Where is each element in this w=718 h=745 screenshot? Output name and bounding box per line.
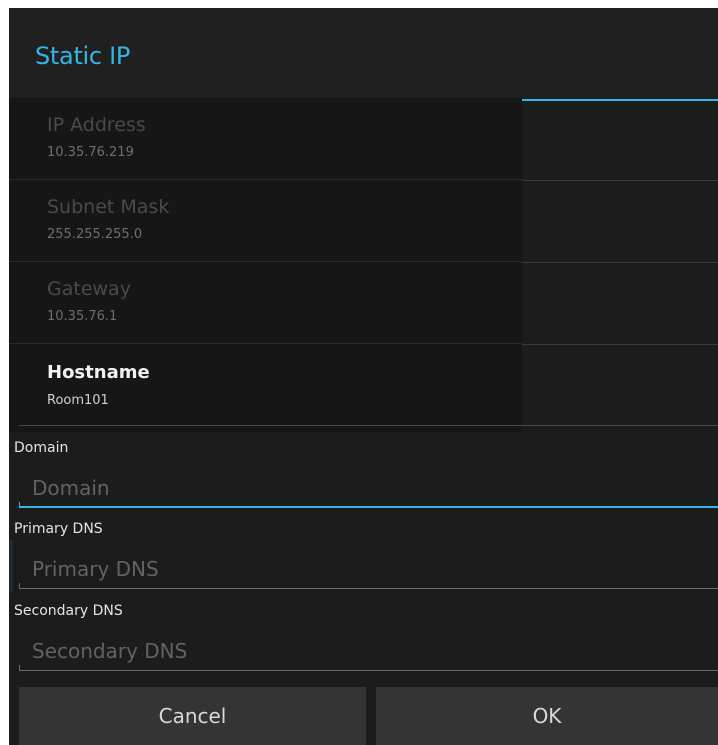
pref-title: IP Address — [47, 114, 146, 136]
pref-summary: 10.35.76.1 — [47, 309, 118, 324]
cancel-button[interactable]: Cancel — [19, 687, 366, 745]
pref-summary: 10.35.76.219 — [47, 145, 134, 160]
pref-title: Hostname — [47, 362, 150, 383]
primary-dns-input-underline — [19, 583, 718, 589]
pref-title: Gateway — [47, 278, 131, 300]
pref-item-gateway[interactable]: Gateway 10.35.76.1 — [9, 262, 522, 344]
divider — [19, 425, 718, 426]
secondary-dns-label: Secondary DNS — [14, 603, 123, 619]
domain-label: Domain — [14, 440, 69, 456]
pref-item-subnet-mask[interactable]: Subnet Mask 255.255.255.0 — [9, 180, 522, 262]
domain-input-underline — [19, 502, 718, 508]
divider — [522, 180, 718, 181]
primary-dns-input[interactable] — [19, 551, 718, 587]
edge-artifact — [9, 540, 13, 592]
primary-dns-label: Primary DNS — [14, 521, 103, 537]
pref-item-hostname[interactable]: Hostname Room101 — [9, 344, 522, 426]
domain-input[interactable] — [19, 470, 718, 506]
pref-title: Subnet Mask — [47, 196, 170, 218]
title-accent-line — [522, 99, 718, 101]
static-ip-dialog: Static IP IP Address 10.35.76.219 Subnet… — [9, 8, 718, 745]
dialog-title-bar: Static IP — [9, 8, 718, 98]
divider — [522, 262, 718, 263]
pref-summary: Room101 — [47, 393, 109, 408]
pref-item-ip-address[interactable]: IP Address 10.35.76.219 — [9, 98, 522, 180]
dialog-title: Static IP — [35, 42, 131, 70]
ok-button[interactable]: OK — [376, 687, 718, 745]
secondary-dns-input[interactable] — [19, 633, 718, 669]
pref-summary: 255.255.255.0 — [47, 227, 143, 242]
divider — [522, 344, 718, 345]
secondary-dns-input-underline — [19, 665, 718, 671]
